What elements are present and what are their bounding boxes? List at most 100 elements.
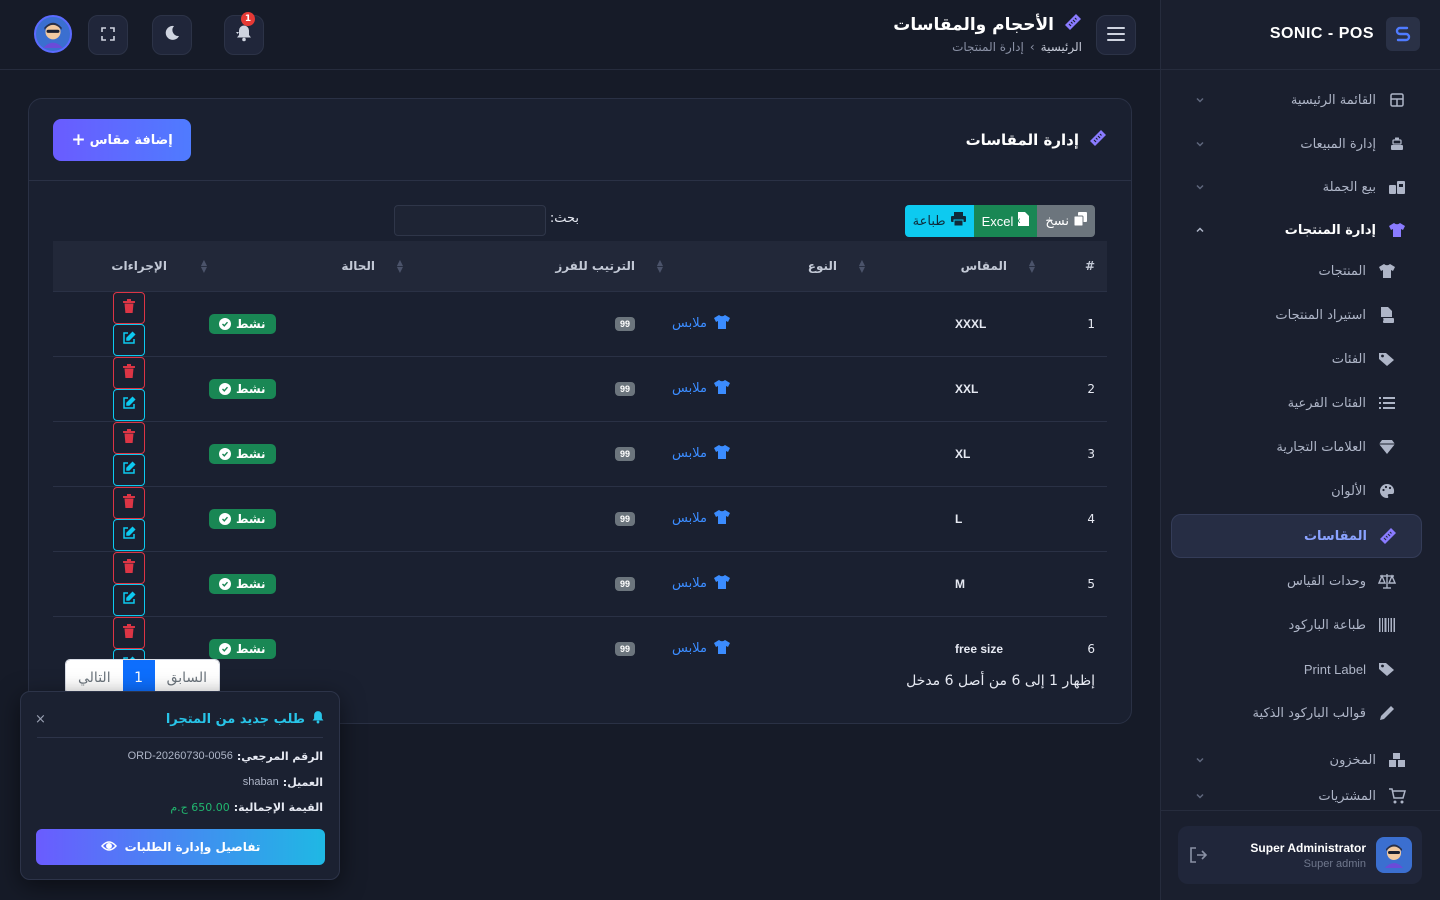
cell-sort-order: 99	[387, 291, 647, 356]
type-link[interactable]: ملابس	[672, 314, 731, 334]
scale-icon	[1378, 572, 1396, 590]
cell-size: XXL	[955, 381, 979, 396]
toast-total-value: 650.00 ج.م	[170, 801, 230, 814]
cell-number: 4	[1087, 511, 1095, 526]
sidebar-item-purchases[interactable]: المشتريات	[1178, 786, 1422, 806]
sidebar-subitem-barcode-templates[interactable]: قوالب الباركود الذكية	[1178, 695, 1412, 731]
fullscreen-button[interactable]	[88, 15, 128, 55]
copy-button[interactable]: نسخ	[1037, 205, 1095, 237]
type-link[interactable]: ملابس	[672, 639, 731, 659]
brand[interactable]: SONIC - POS	[1270, 17, 1420, 51]
sidebar-subitem-units[interactable]: وحدات القياس	[1178, 563, 1412, 599]
copy-icon	[1073, 212, 1087, 230]
type-link[interactable]: ملابس	[672, 574, 731, 594]
delete-button[interactable]	[113, 356, 145, 389]
sidebar-subitem-label: الفئات	[1331, 351, 1366, 367]
close-icon[interactable]: ×	[35, 712, 46, 727]
sidebar-item-products[interactable]: إدارة المنتجات	[1178, 212, 1422, 248]
sidebar-subitem-barcode-print[interactable]: طباعة الباركود	[1178, 607, 1412, 643]
column-header-number[interactable]: # ▲ ▼	[1019, 241, 1107, 291]
column-header-status[interactable]: الحالة ▲ ▼	[191, 241, 387, 291]
sidebar-subitem-brands[interactable]: العلامات التجارية	[1178, 429, 1412, 465]
sidebar-subitem-sizes[interactable]: المقاسات	[1171, 514, 1422, 558]
user-name: Super Administrator	[1250, 840, 1366, 855]
sidebar-subitem-import-products[interactable]: CSV استيراد المنتجات	[1178, 297, 1412, 333]
column-header-type[interactable]: النوع ▲ ▼	[647, 241, 849, 291]
pagination-next[interactable]: التالي	[66, 660, 123, 694]
menu-toggle-button[interactable]	[1096, 15, 1136, 55]
notifications-button[interactable]: 1	[224, 12, 264, 55]
check-circle-icon	[218, 447, 231, 460]
sidebar-subitem-subcategories[interactable]: الفئات الفرعية	[1178, 385, 1412, 421]
sidebar-subitem-print-label[interactable]: Print Label	[1178, 651, 1412, 687]
hamburger-icon	[1107, 26, 1125, 45]
trash-icon	[123, 494, 135, 511]
topbar: الأحجام والمقاسات الرئيسية › إدارة المنت…	[0, 0, 1160, 70]
sort-icon: ▲ ▼	[396, 258, 403, 274]
type-label: ملابس	[672, 511, 707, 526]
avatar[interactable]	[34, 15, 72, 53]
sidebar-item-inventory[interactable]: المخزون	[1178, 742, 1422, 778]
edit-button[interactable]	[113, 583, 145, 616]
notification-badge: 1	[241, 12, 255, 26]
plus-icon: +	[71, 129, 86, 150]
divider	[1160, 69, 1440, 70]
status-label: نشط	[235, 316, 266, 331]
logout-icon[interactable]	[1188, 845, 1208, 865]
status-label: نشط	[235, 381, 266, 396]
delete-button[interactable]	[113, 551, 145, 584]
pagination-current[interactable]: 1	[122, 660, 155, 694]
table-row: 2 XXL ملابس 99 نشط	[53, 356, 1107, 421]
order-details-button[interactable]: تفاصيل وإدارة الطلبات	[36, 829, 325, 865]
sidebar-subitem-label: طباعة الباركود	[1288, 617, 1366, 633]
excel-button[interactable]: X Excel	[973, 205, 1038, 237]
type-link[interactable]: ملابس	[672, 509, 731, 529]
breadcrumb-home[interactable]: الرئيسية	[1041, 40, 1082, 54]
user-card[interactable]: Super Administrator Super admin	[1178, 826, 1422, 884]
delete-button[interactable]	[113, 486, 145, 519]
card-title: إدارة المقاسات	[966, 129, 1107, 151]
check-circle-icon	[218, 317, 231, 330]
sidebar-item-dashboard[interactable]: القائمة الرئيسية	[1178, 82, 1422, 118]
sort-icon: ▲ ▼	[200, 258, 207, 274]
sidebar: SONIC - POS القائمة الرئيسية إدارة المبي…	[1160, 0, 1440, 900]
print-button[interactable]: طباعة	[904, 205, 974, 237]
search-input[interactable]	[394, 205, 546, 236]
card-header: إدارة المقاسات إضافة مقاس +	[29, 99, 1131, 181]
edit-button[interactable]	[113, 518, 145, 551]
sidebar-item-sales[interactable]: إدارة المبيعات	[1178, 126, 1422, 162]
cell-status: نشط	[191, 291, 387, 356]
toast-ref-value: ORD-20260730-0056	[127, 750, 233, 762]
trash-icon	[123, 299, 135, 316]
sidebar-subitem-colors[interactable]: الألوان	[1178, 473, 1412, 509]
ruler-icon	[1379, 527, 1397, 545]
sidebar-subitem-label: الفئات الفرعية	[1287, 395, 1366, 411]
edit-button[interactable]	[113, 453, 145, 486]
column-header-size[interactable]: المقاس ▲ ▼	[849, 241, 1019, 291]
pagination: التالي 1 السابق	[65, 659, 221, 695]
sidebar-item-wholesale[interactable]: بيع الجملة	[1178, 169, 1422, 205]
delete-button[interactable]	[113, 291, 145, 324]
edit-button[interactable]	[113, 323, 145, 356]
sort-order-badge: 99	[614, 512, 635, 526]
avatar	[1376, 837, 1412, 873]
delete-button[interactable]	[113, 616, 145, 649]
dark-mode-toggle[interactable]	[152, 15, 192, 55]
type-link[interactable]: ملابس	[672, 444, 731, 464]
status-badge: نشط	[208, 573, 276, 594]
status-badge: نشط	[208, 508, 276, 529]
delete-button[interactable]	[113, 421, 145, 454]
type-link[interactable]: ملابس	[672, 379, 731, 399]
pagination-prev[interactable]: السابق	[154, 660, 220, 694]
sidebar-subitem-label: وحدات القياس	[1286, 573, 1366, 589]
barcode-icon	[1378, 616, 1396, 634]
sidebar-subitem-categories[interactable]: الفئات	[1178, 341, 1412, 377]
trash-icon	[123, 624, 135, 641]
sidebar-subitem-products[interactable]: المنتجات	[1178, 253, 1412, 289]
cell-actions	[53, 486, 191, 551]
column-header-sort-order[interactable]: الترتيب للفرز ▲ ▼	[387, 241, 647, 291]
add-size-button[interactable]: إضافة مقاس +	[53, 119, 191, 161]
eye-icon	[100, 840, 117, 855]
edit-button[interactable]	[113, 388, 145, 421]
check-circle-icon	[218, 512, 231, 525]
